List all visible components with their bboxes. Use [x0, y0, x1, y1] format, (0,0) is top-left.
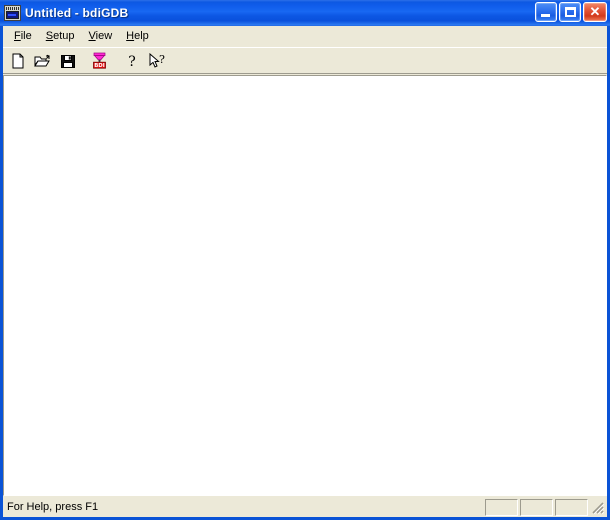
- svg-text:BDI: BDI: [94, 63, 105, 69]
- bdi-transfer-button[interactable]: BDI: [88, 49, 111, 72]
- menu-item-setup[interactable]: Setup: [39, 27, 82, 45]
- window-title: Untitled - bdiGDB: [25, 6, 129, 20]
- menu-item-help[interactable]: Help: [119, 27, 156, 45]
- bdigdb-app-icon[interactable]: [4, 5, 21, 21]
- menu-item-file[interactable]: File: [7, 27, 39, 45]
- save-file-button[interactable]: [56, 49, 79, 72]
- minimize-button[interactable]: [535, 2, 557, 22]
- open-file-button[interactable]: [31, 49, 54, 72]
- context-help-button[interactable]: ?: [145, 49, 168, 72]
- status-bar: For Help, press F1: [3, 496, 607, 517]
- toolbar: BDI ? ?: [3, 47, 607, 74]
- window-controls: ✕: [535, 2, 607, 22]
- bdi-funnel-icon: BDI: [91, 52, 108, 69]
- svg-text:?: ?: [128, 54, 136, 69]
- title-bar[interactable]: Untitled - bdiGDB ✕: [0, 0, 610, 26]
- close-icon: ✕: [589, 4, 601, 19]
- maximize-icon: [565, 7, 576, 17]
- status-message: For Help, press F1: [7, 501, 99, 513]
- window-body: File Setup View Help BDI ? ? For Help, p…: [3, 26, 607, 517]
- toolbar-separator-2: [112, 50, 119, 72]
- menu-bar: File Setup View Help: [3, 26, 607, 47]
- floppy-disk-save-icon: [60, 53, 76, 69]
- resize-grip[interactable]: [590, 500, 605, 515]
- application-window: Untitled - bdiGDB ✕ File Setup View Help: [0, 0, 610, 520]
- new-document-icon: [10, 53, 26, 69]
- question-mark-icon: ?: [124, 53, 140, 69]
- close-button[interactable]: ✕: [583, 2, 607, 22]
- status-pane-2: [520, 498, 553, 516]
- app-icon-screen: [6, 11, 19, 19]
- app-icon-top-stripe: [6, 7, 19, 10]
- about-help-button[interactable]: ?: [120, 49, 143, 72]
- arrow-question-icon: ?: [148, 52, 166, 69]
- minimize-icon: [541, 14, 550, 17]
- open-folder-icon: [34, 53, 51, 69]
- toolbar-separator-1: [80, 50, 87, 72]
- new-file-button[interactable]: [6, 49, 29, 72]
- menu-item-view[interactable]: View: [82, 27, 120, 45]
- document-client-area[interactable]: [3, 75, 607, 496]
- status-pane-1: [485, 498, 518, 516]
- maximize-button[interactable]: [559, 2, 581, 22]
- svg-text:?: ?: [159, 53, 165, 66]
- status-pane-3: [555, 498, 588, 516]
